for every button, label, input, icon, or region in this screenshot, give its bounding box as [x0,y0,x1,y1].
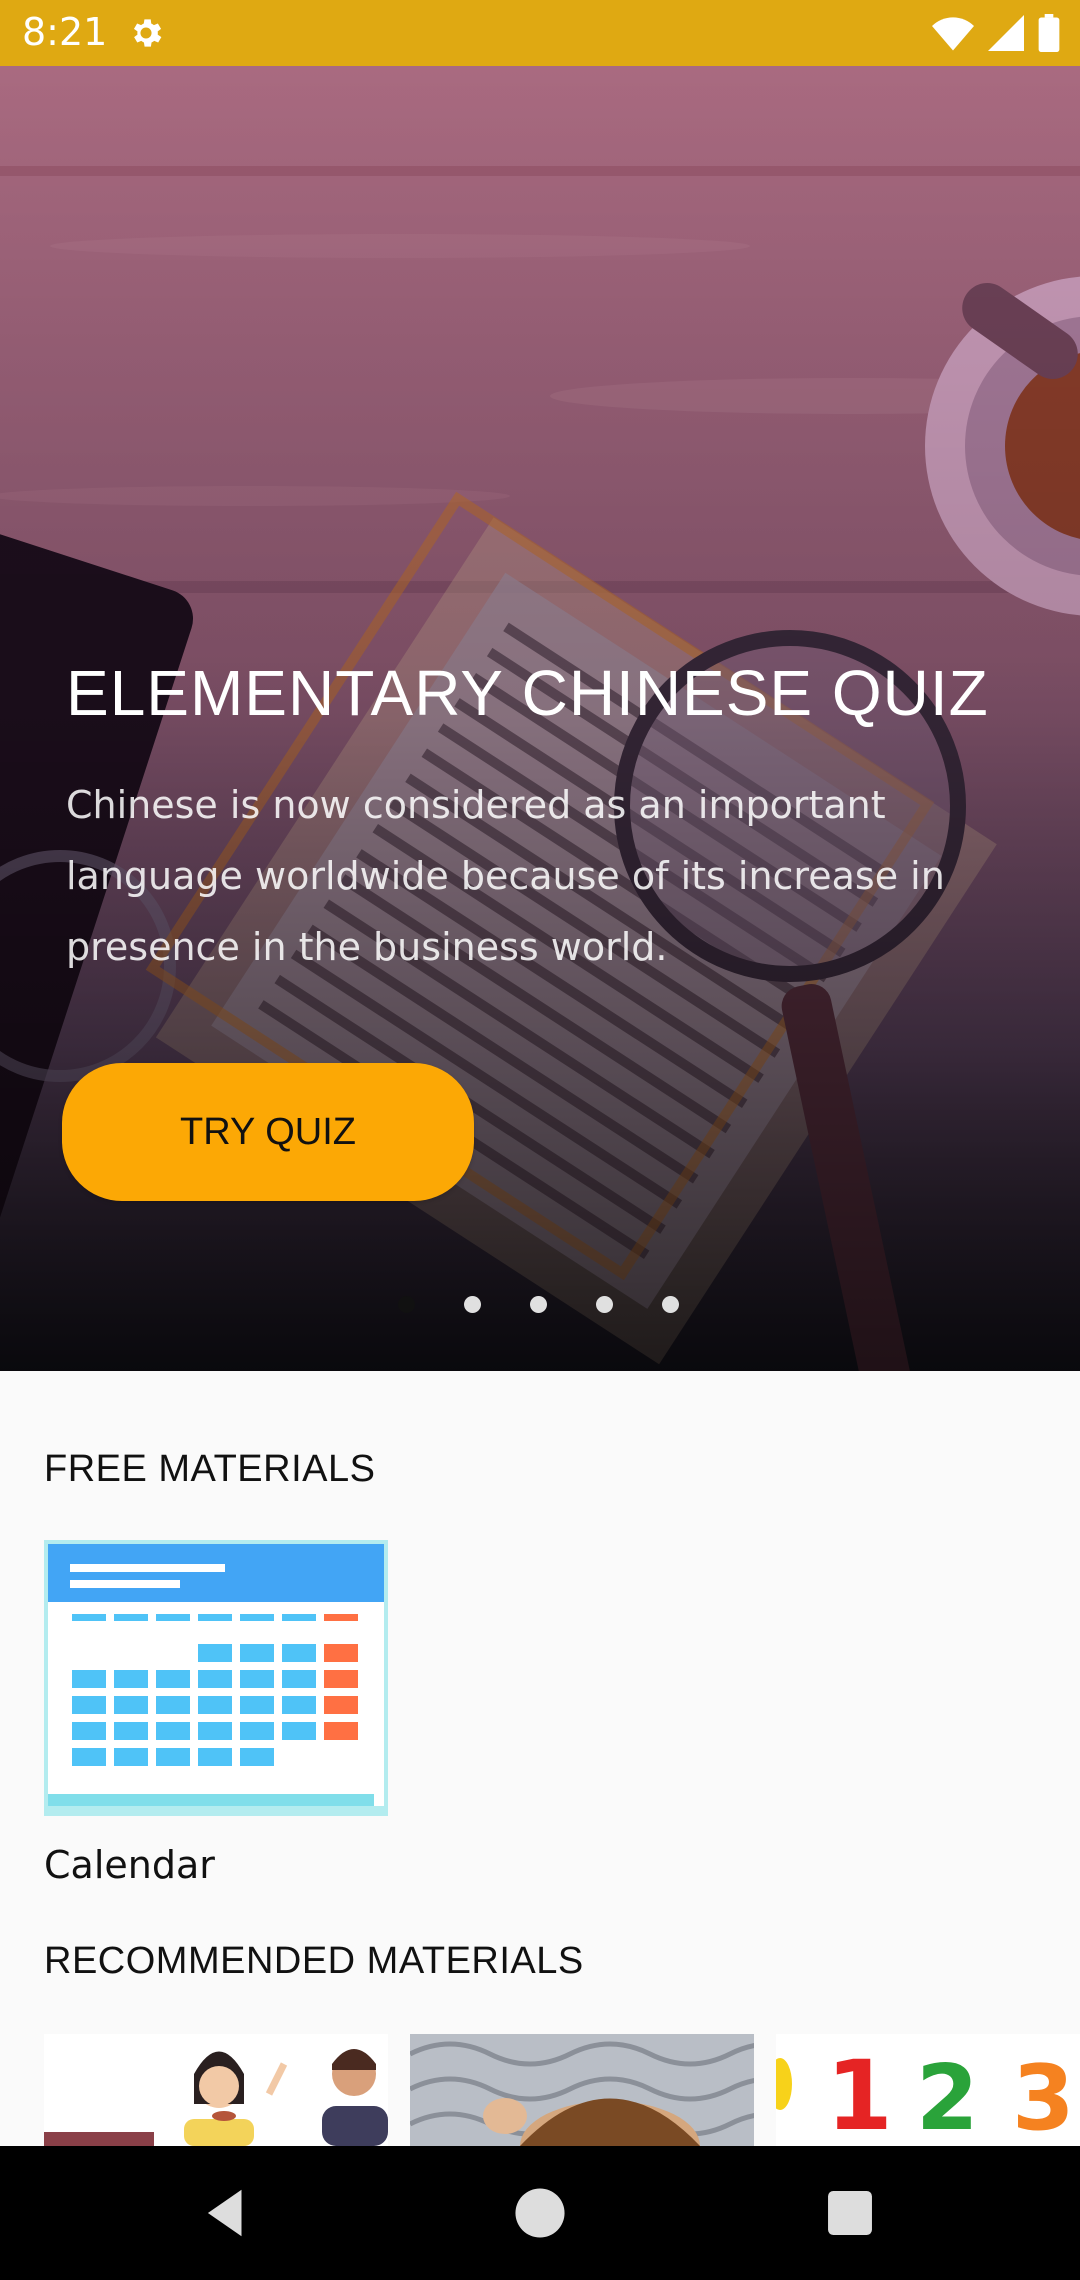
carousel-dot[interactable] [596,1296,613,1313]
carousel-dot[interactable] [530,1296,547,1313]
recommended-thumbnail-conversation[interactable] [44,2034,388,2146]
back-icon[interactable] [195,2182,257,2244]
carousel-page-indicator [398,1296,679,1313]
calendar-label: Calendar [44,1843,215,1887]
wifi-icon [932,17,974,51]
hero-description: Chinese is now considered as an importan… [66,783,945,969]
svg-text:1: 1 [826,2040,893,2146]
cellular-signal-icon [988,15,1024,51]
hero-carousel[interactable]: ELEMENTARY CHINESE QUIZ Chinese is now c… [0,66,1080,1371]
recents-icon[interactable] [819,2182,881,2244]
status-time: 8:21 [22,10,108,54]
try-quiz-button[interactable]: TRY QUIZ [62,1063,474,1201]
system-navigation-bar [0,2146,1080,2280]
recommended-materials-title: RECOMMENDED MATERIALS [44,1940,584,1982]
hero-title: ELEMENTARY CHINESE QUIZ [66,657,989,729]
svg-text:3: 3 [1012,2046,1075,2146]
recommended-thumbnail-child[interactable] [410,2034,754,2146]
home-icon[interactable] [509,2182,571,2244]
status-bar: 8:21 [0,0,1080,66]
carousel-dot[interactable] [464,1296,481,1313]
free-materials-title: FREE MATERIALS [44,1448,376,1490]
calendar-thumbnail[interactable] [44,1540,388,1816]
settings-gear-icon [133,19,162,47]
recommended-thumbnail-numbers[interactable]: 1 2 3 [776,2034,1080,2146]
battery-icon [1038,14,1060,52]
carousel-dot[interactable] [662,1296,679,1313]
carousel-dot[interactable] [398,1296,415,1313]
svg-text:2: 2 [916,2046,979,2146]
recommended-materials-list[interactable]: 1 2 3 [44,2034,1080,2146]
